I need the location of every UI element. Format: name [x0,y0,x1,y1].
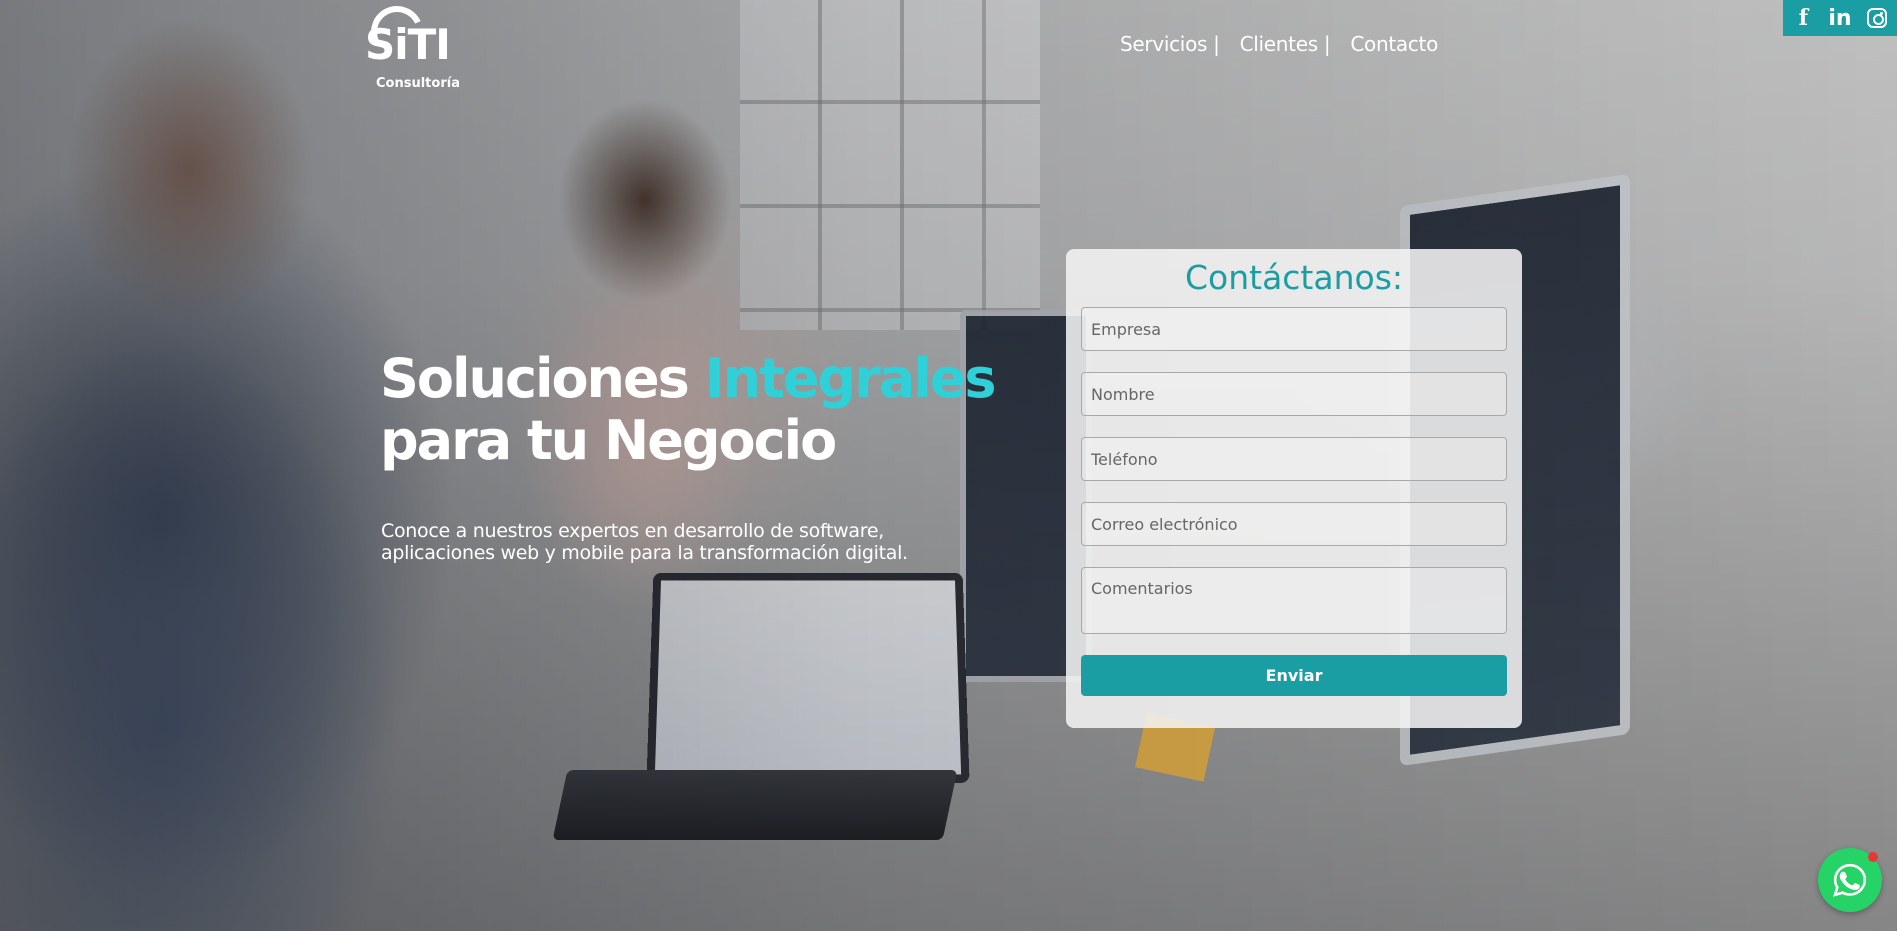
landing-page: SiTI Consultoría Servicios | Clientes | … [0,0,1897,931]
social-links-bar: f in [1783,0,1897,36]
main-nav: Servicios | Clientes | Contacto [1120,32,1438,56]
comentarios-textarea[interactable] [1081,567,1507,634]
hero-headline: Soluciones Integrales para tu Negocio [380,347,997,472]
form-title: Contáctanos: [1184,258,1404,297]
logo-wordmark: SiTI [365,20,451,69]
nombre-input[interactable] [1081,372,1507,416]
enviar-button[interactable]: Enviar [1081,655,1507,696]
instagram-icon[interactable] [1862,3,1892,33]
instagram-glyph [1866,8,1887,28]
telefono-input[interactable] [1081,437,1507,481]
headline-part1: Soluciones [380,347,705,410]
nav-link-clientes[interactable]: Clientes | [1240,32,1331,56]
nav-link-servicios[interactable]: Servicios | [1120,32,1220,56]
correo-input[interactable] [1081,502,1507,546]
hero-subtext: Conoce a nuestros expertos en desarrollo… [381,520,908,564]
headline-accent: Integrales [704,347,997,410]
notification-dot [1868,852,1878,862]
linkedin-icon[interactable]: in [1825,3,1855,33]
whatsapp-button[interactable] [1818,848,1882,912]
nav-link-contacto[interactable]: Contacto [1350,32,1438,56]
logo-subtitle: Consultoría [376,76,460,91]
contact-form: Contáctanos: Enviar [1066,249,1522,728]
site-logo[interactable]: SiTI Consultoría [363,0,465,92]
whatsapp-icon [1833,863,1867,897]
headline-line2: para tu Negocio [380,409,837,472]
empresa-input[interactable] [1081,307,1507,351]
facebook-icon[interactable]: f [1788,3,1818,33]
